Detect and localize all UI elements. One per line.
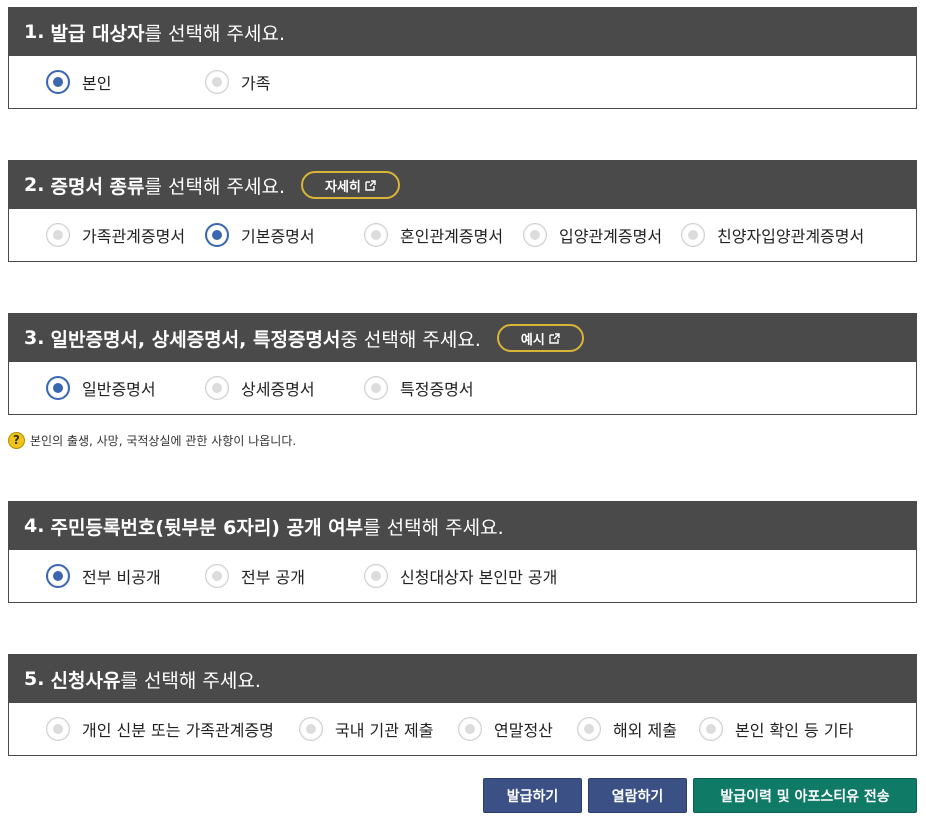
radio-button[interactable] xyxy=(46,223,70,247)
radio-button[interactable] xyxy=(46,376,70,400)
radio-label: 가족관계증명서 xyxy=(82,227,186,246)
radio-label: 혼인관계증명서 xyxy=(400,227,504,246)
section-number: 3. xyxy=(24,327,45,349)
radio-label: 친양자입양관계증명서 xyxy=(717,227,865,246)
hint-note: ? 본인의 출생, 사망, 국적상실에 관한 사항이 나옵니다. xyxy=(8,430,296,450)
section-number: 2. xyxy=(24,174,45,196)
section-number: 5. xyxy=(24,668,45,690)
example-button[interactable]: 예시 xyxy=(496,324,584,352)
radio-button[interactable] xyxy=(205,223,229,247)
radio-label: 연말정산 xyxy=(494,721,553,740)
radio-label: 기본증명서 xyxy=(241,227,315,246)
issue-button[interactable]: 발급하기 xyxy=(483,778,582,813)
view-button[interactable]: 열람하기 xyxy=(588,778,687,813)
section-header: 2. 증명서 종류 를 선택해 주세요. 자세히 xyxy=(9,161,916,209)
radio-option-domestic-agency[interactable]: 국내 기관 제출 xyxy=(299,703,434,755)
radio-option-all-private[interactable]: 전부 비공개 xyxy=(46,550,161,602)
radio-option-marriage[interactable]: 혼인관계증명서 xyxy=(364,209,503,261)
radio-button[interactable] xyxy=(46,564,70,588)
radio-button[interactable] xyxy=(364,223,388,247)
radio-button[interactable] xyxy=(699,717,723,741)
section-title-bold: 증명서 종류 xyxy=(50,175,145,198)
section-title-bold: 발급 대상자 xyxy=(50,22,145,45)
section-request-reason: 5. 신청사유 를 선택해 주세요. 개인 신분 또는 가족관계증명 국내 기관 … xyxy=(8,654,917,756)
section-title-rest: 를 선택해 주세요. xyxy=(144,175,285,198)
radio-option-all-public[interactable]: 전부 공개 xyxy=(205,550,305,602)
hint-text: 본인의 출생, 사망, 국적상실에 관한 사항이 나옵니다. xyxy=(30,433,297,448)
section-header: 1. 발급 대상자 를 선택해 주세요. xyxy=(9,8,916,56)
section-number: 1. xyxy=(24,21,45,43)
section-title-rest: 를 선택해 주세요. xyxy=(120,669,261,692)
radio-button[interactable] xyxy=(299,717,323,741)
radio-option-basic[interactable]: 기본증명서 xyxy=(205,209,315,261)
radio-option-family[interactable]: 가족 xyxy=(205,56,270,108)
section-number: 4. xyxy=(24,515,45,537)
section-title-rest: 를 선택해 주세요. xyxy=(363,516,504,539)
radio-label: 해외 제출 xyxy=(613,721,677,740)
radio-option-self[interactable]: 본인 xyxy=(46,56,111,108)
section-title-bold: 신청사유 xyxy=(50,669,121,692)
radio-option-other[interactable]: 본인 확인 등 기타 xyxy=(699,703,853,755)
radio-label: 일반증명서 xyxy=(82,380,156,399)
radio-label: 본인 xyxy=(82,74,112,93)
external-link-icon xyxy=(549,332,560,344)
radio-option-adoption[interactable]: 입양관계증명서 xyxy=(523,209,662,261)
section-title-rest: 를 선택해 주세요. xyxy=(144,22,285,45)
radio-button[interactable] xyxy=(523,223,547,247)
section-header: 5. 신청사유 를 선택해 주세요. xyxy=(9,655,916,703)
radio-button[interactable] xyxy=(46,717,70,741)
radio-button[interactable] xyxy=(681,223,705,247)
radio-button[interactable] xyxy=(205,564,229,588)
details-button[interactable]: 자세히 xyxy=(301,171,400,199)
radio-label: 상세증명서 xyxy=(241,380,315,399)
radio-option-family-relation[interactable]: 가족관계증명서 xyxy=(46,209,185,261)
radio-option-year-end-tax[interactable]: 연말정산 xyxy=(458,703,553,755)
radio-option-detailed[interactable]: 상세증명서 xyxy=(205,362,315,414)
radio-button[interactable] xyxy=(458,717,482,741)
radio-label: 특정증명서 xyxy=(400,380,474,399)
radio-label: 전부 공개 xyxy=(241,568,305,587)
section-certificate-type: 2. 증명서 종류 를 선택해 주세요. 자세히 가족관계증명서 기본증명서 혼인… xyxy=(8,160,917,262)
section-issue-target: 1. 발급 대상자 를 선택해 주세요. 본인 가족 xyxy=(8,7,917,109)
section-detail-level: 3. 일반증명서, 상세증명서, 특정증명서 중 선택해 주세요. 예시 일반증… xyxy=(8,313,917,415)
radio-label: 입양관계증명서 xyxy=(559,227,663,246)
radio-button[interactable] xyxy=(577,717,601,741)
radio-label: 개인 신분 또는 가족관계증명 xyxy=(82,721,274,740)
radio-option-overseas[interactable]: 해외 제출 xyxy=(577,703,677,755)
send-apostille-button[interactable]: 발급이력 및 아포스티유 전송 xyxy=(693,778,917,813)
radio-label: 본인 확인 등 기타 xyxy=(735,721,854,740)
section-header: 4. 주민등록번호(뒷부분 6자리) 공개 여부 를 선택해 주세요. xyxy=(9,502,916,550)
question-icon: ? xyxy=(8,431,25,449)
radio-option-specific[interactable]: 특정증명서 xyxy=(364,362,474,414)
radio-button[interactable] xyxy=(364,564,388,588)
radio-option-identity[interactable]: 개인 신분 또는 가족관계증명 xyxy=(46,703,274,755)
radio-option-self-only-public[interactable]: 신청대상자 본인만 공개 xyxy=(364,550,557,602)
radio-button[interactable] xyxy=(205,70,229,94)
radio-label: 가족 xyxy=(241,74,271,93)
section-rrn-disclosure: 4. 주민등록번호(뒷부분 6자리) 공개 여부 를 선택해 주세요. 전부 비공… xyxy=(8,501,917,603)
radio-button[interactable] xyxy=(364,376,388,400)
radio-option-full-adoption[interactable]: 친양자입양관계증명서 xyxy=(681,209,864,261)
section-title-bold: 주민등록번호(뒷부분 6자리) 공개 여부 xyxy=(50,516,364,539)
radio-button[interactable] xyxy=(205,376,229,400)
example-label: 예시 xyxy=(520,332,545,348)
radio-button[interactable] xyxy=(46,70,70,94)
section-header: 3. 일반증명서, 상세증명서, 특정증명서 중 선택해 주세요. 예시 xyxy=(9,314,916,362)
radio-label: 신청대상자 본인만 공개 xyxy=(400,568,558,587)
external-link-icon xyxy=(365,179,376,191)
radio-label: 전부 비공개 xyxy=(82,568,161,587)
details-label: 자세히 xyxy=(325,179,361,195)
radio-label: 국내 기관 제출 xyxy=(335,721,434,740)
section-title-bold: 일반증명서, 상세증명서, 특정증명서 xyxy=(50,328,341,351)
section-title-rest: 중 선택해 주세요. xyxy=(340,328,481,351)
radio-option-general[interactable]: 일반증명서 xyxy=(46,362,156,414)
